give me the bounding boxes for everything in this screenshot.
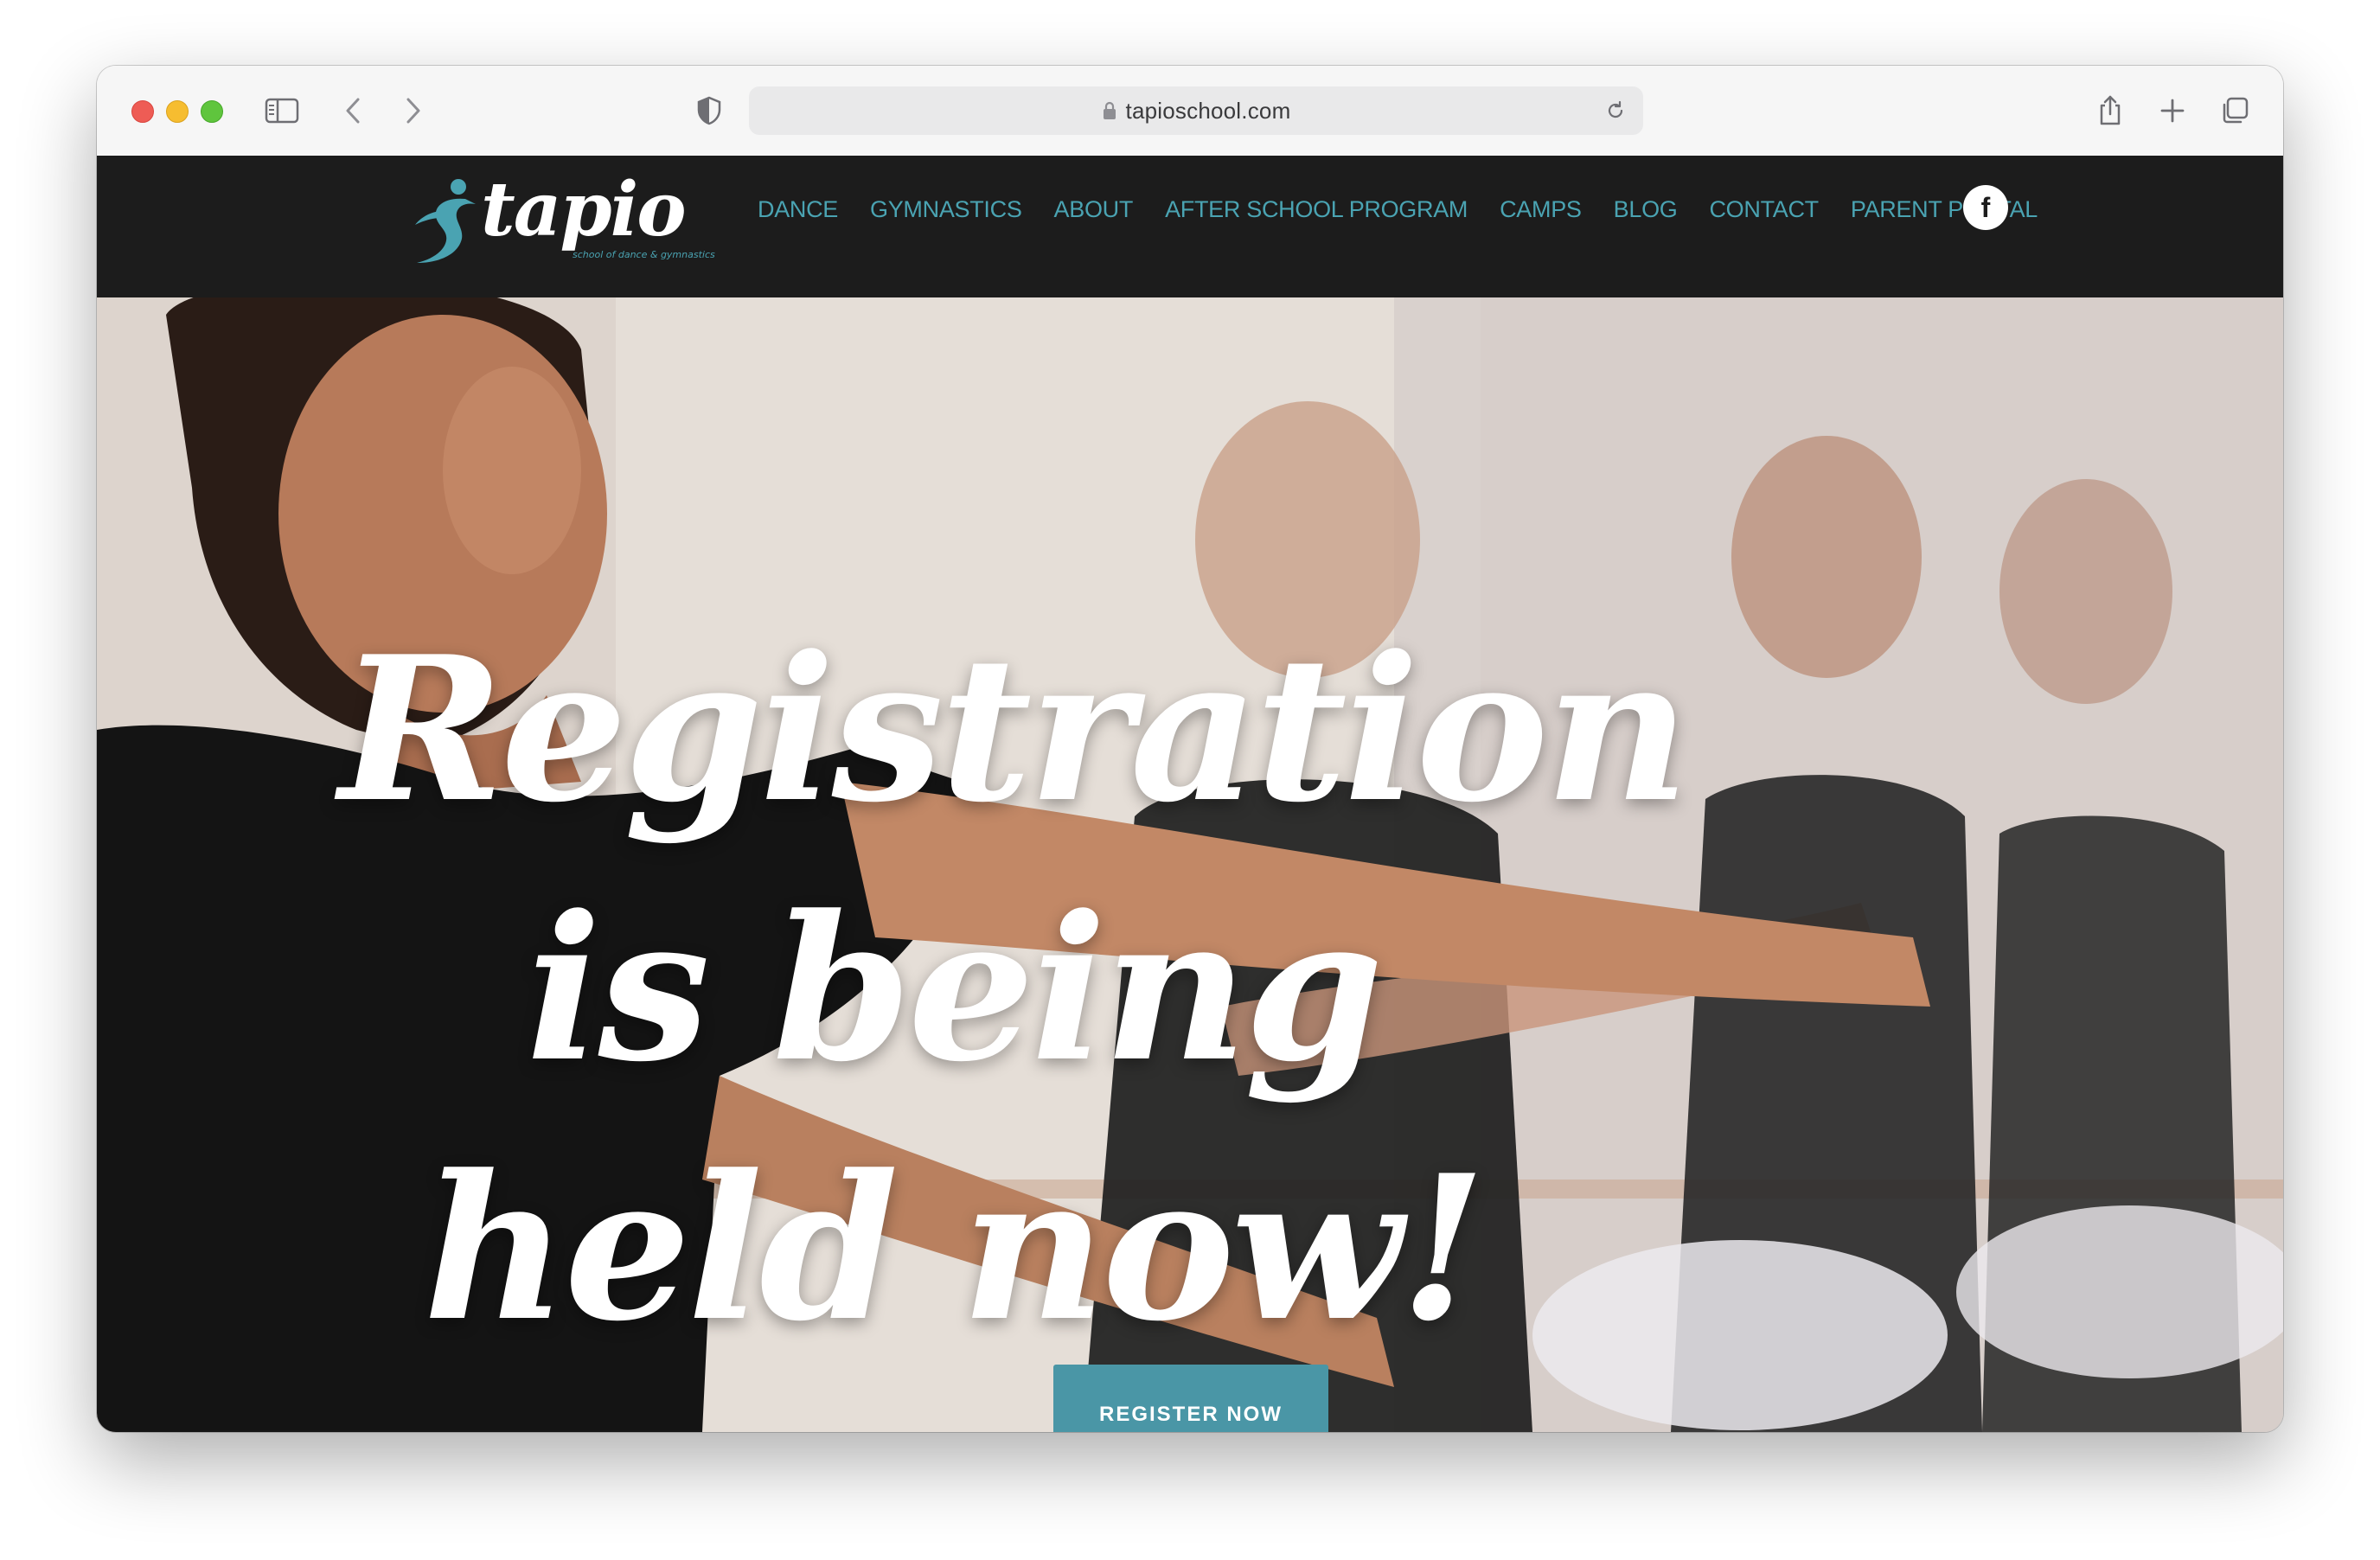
- forward-icon[interactable]: [394, 92, 432, 130]
- browser-window: tapioschool.com tapio school of dance & …: [97, 66, 2283, 1432]
- facebook-icon[interactable]: f: [1963, 185, 2008, 230]
- tapio-logo[interactable]: tapio school of dance & gymnastics: [413, 173, 725, 275]
- reload-icon[interactable]: [1602, 97, 1629, 125]
- new-tab-icon[interactable]: [2153, 92, 2191, 130]
- back-icon[interactable]: [334, 92, 372, 130]
- nav-item-after-school-program[interactable]: AFTER SCHOOL PROGRAM: [1165, 196, 1468, 223]
- tab-overview-icon[interactable]: [2216, 92, 2254, 130]
- nav-item-dance[interactable]: DANCE: [758, 196, 838, 223]
- logo-wordmark: tapio: [481, 166, 687, 253]
- nav-item-about[interactable]: ABOUT: [1054, 196, 1134, 223]
- logo-tagline: school of dance & gymnastics: [573, 249, 715, 260]
- nav-item-camps[interactable]: CAMPS: [1500, 196, 1582, 223]
- nav-item-contact[interactable]: CONTACT: [1709, 196, 1819, 223]
- browser-toolbar: tapioschool.com: [97, 66, 2283, 157]
- hero-banner: Registration is being held now! REGISTER…: [97, 297, 2283, 1432]
- main-navigation: DANCE GYMNASTICS ABOUT AFTER SCHOOL PROG…: [758, 192, 2070, 227]
- share-icon[interactable]: [2091, 92, 2129, 130]
- facebook-glyph: f: [1980, 191, 1991, 223]
- zoom-window-button[interactable]: [201, 100, 223, 123]
- register-now-button[interactable]: REGISTER NOW: [1053, 1365, 1328, 1432]
- dancer-logo-icon: [415, 179, 476, 263]
- minimize-window-button[interactable]: [166, 100, 189, 123]
- privacy-shield-icon[interactable]: [690, 92, 728, 130]
- lock-icon: [1102, 101, 1117, 120]
- nav-item-gymnastics[interactable]: GYMNASTICS: [870, 196, 1022, 223]
- nav-item-parent-portal[interactable]: PARENT PORTAL: [1851, 196, 2038, 223]
- site-header: tapio school of dance & gymnastics DANCE…: [97, 156, 2283, 297]
- nav-item-blog[interactable]: BLOG: [1614, 196, 1678, 223]
- close-window-button[interactable]: [131, 100, 154, 123]
- address-bar[interactable]: tapioschool.com: [749, 86, 1643, 135]
- sidebar-toggle-icon[interactable]: [263, 92, 301, 130]
- url-text: tapioschool.com: [1125, 97, 1291, 124]
- hero-headline: Registration is being held now!: [339, 613, 1690, 1365]
